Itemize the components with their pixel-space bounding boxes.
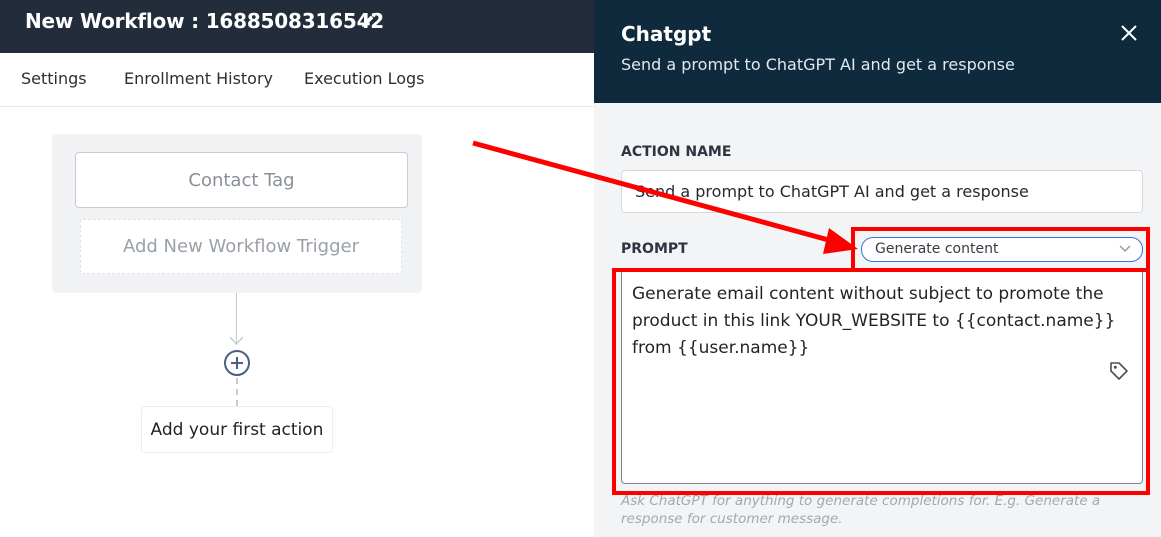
dashed-connector (236, 378, 238, 406)
pencil-icon[interactable] (359, 12, 377, 30)
prompt-type-value: Generate content (875, 241, 999, 257)
prompt-label: PROMPT (621, 241, 688, 257)
tab-execution-logs[interactable]: Execution Logs (304, 69, 425, 88)
prompt-textarea[interactable]: Generate email content without subject t… (621, 268, 1143, 484)
chevron-down-icon (229, 336, 244, 345)
workflow-header: New Workflow : 1688508316542 (0, 0, 594, 53)
add-trigger-button[interactable]: Add New Workflow Trigger (80, 219, 402, 274)
prompt-type-select[interactable]: Generate content (861, 237, 1143, 262)
chevron-down-icon (1119, 245, 1131, 252)
panel-header: Chatgpt Send a prompt to ChatGPT AI and … (594, 0, 1161, 103)
prompt-help-text: Ask ChatGPT for anything to generate com… (621, 493, 1101, 527)
workflow-title: New Workflow : 1688508316542 (25, 9, 384, 33)
action-name-input[interactable]: Send a prompt to ChatGPT AI and get a re… (621, 170, 1143, 213)
panel-title: Chatgpt (621, 22, 712, 46)
tab-settings[interactable]: Settings (21, 69, 87, 88)
action-name-label: ACTION NAME (621, 144, 732, 160)
close-icon[interactable] (1120, 24, 1138, 42)
plus-circle-icon[interactable] (224, 350, 250, 376)
tag-icon[interactable] (1108, 360, 1130, 382)
trigger-contact-tag[interactable]: Contact Tag (75, 152, 408, 208)
workflow-editor: { "header": { "title": "New Workflow : 1… (0, 0, 1161, 537)
panel-subtitle: Send a prompt to ChatGPT AI and get a re… (621, 55, 1015, 74)
workflow-tabs: Settings Enrollment History Execution Lo… (0, 53, 594, 107)
add-first-action-button[interactable]: Add your first action (141, 406, 333, 453)
tab-enrollment-history[interactable]: Enrollment History (124, 69, 273, 88)
